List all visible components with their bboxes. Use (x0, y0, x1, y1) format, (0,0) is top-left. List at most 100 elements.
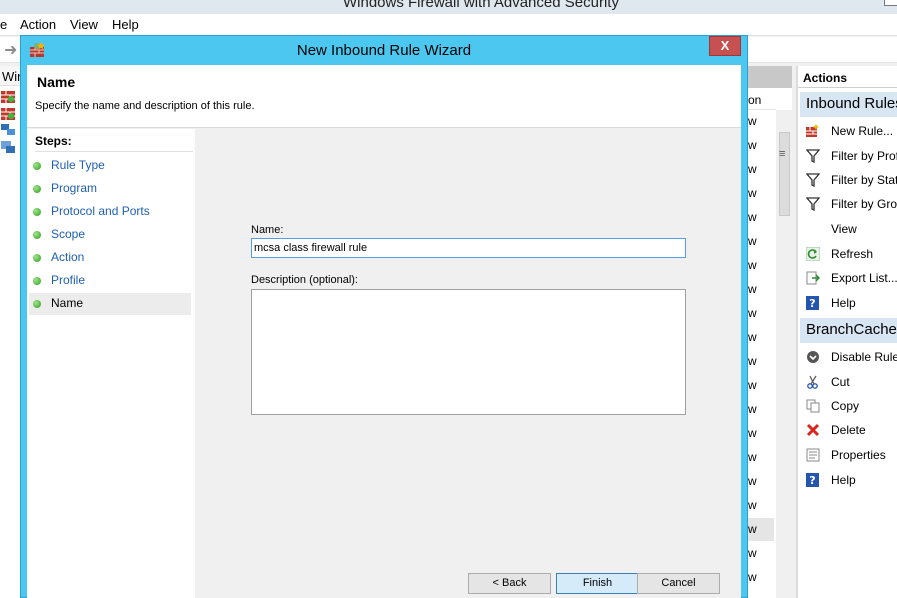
menu-help[interactable]: Help (112, 17, 139, 32)
list-row-cell[interactable]: w (748, 302, 774, 325)
copy-icon (806, 399, 820, 413)
list-row-cell[interactable]: w (748, 398, 774, 421)
action-filter-by-profile[interactable]: Filter by Profile (798, 144, 897, 168)
list-row-cell[interactable]: w (748, 518, 774, 541)
action-filter-by-profile-label: Filter by Profile (831, 149, 897, 163)
mmc-window-control[interactable] (884, 0, 897, 6)
back-arrow-icon[interactable]: ➜ (4, 40, 17, 60)
step-label: Protocol and Ports (51, 204, 150, 218)
list-scrollbar-thumb[interactable] (779, 132, 790, 216)
step-rule-type[interactable]: Rule Type (29, 155, 191, 177)
step-status-icon (33, 185, 41, 193)
description-textarea[interactable] (251, 289, 686, 415)
action-delete-label: Delete (831, 423, 866, 437)
close-button[interactable]: X (709, 36, 741, 56)
list-row-cell[interactable]: w (748, 206, 774, 229)
filter-icon (806, 173, 820, 187)
list-row-cell[interactable]: w (748, 158, 774, 181)
list-row-cell[interactable]: w (748, 326, 774, 349)
action-refresh-label: Refresh (831, 247, 874, 261)
action-properties[interactable]: Properties (798, 443, 897, 467)
wizard-title-bar[interactable]: New Inbound Rule Wizard X (21, 36, 747, 65)
list-column-header[interactable]: on (748, 88, 776, 110)
list-row-cell[interactable]: w (748, 422, 774, 445)
mmc-tree-pane: Wir (0, 66, 21, 598)
list-row-cell[interactable]: w (748, 446, 774, 469)
action-new-rule[interactable]: New Rule... (798, 119, 897, 143)
action-disable-rule[interactable]: Disable Rule (798, 345, 897, 369)
wizard-client-area: Name Specify the name and description of… (27, 65, 741, 598)
back-button[interactable]: < Back (468, 573, 551, 594)
action-export-list-label: Export List... (831, 271, 897, 285)
step-action[interactable]: Action (29, 247, 191, 269)
list-row-cell[interactable]: w (748, 230, 774, 253)
step-program[interactable]: Program (29, 178, 191, 200)
action-cut[interactable]: Cut (798, 370, 897, 394)
step-name[interactable]: Name (29, 293, 191, 315)
step-label: Program (51, 181, 98, 195)
step-protocol-and-ports[interactable]: Protocol and Ports (29, 201, 191, 223)
step-label: Rule Type (51, 158, 105, 172)
list-scrollbar[interactable]: ≡ (776, 110, 792, 598)
list-row-cell[interactable]: w (748, 566, 774, 589)
action-filter-by-group[interactable]: Filter by Group (798, 192, 897, 216)
action-filter-by-group-label: Filter by Group (831, 197, 897, 211)
menu-file[interactable]: e (0, 17, 7, 32)
list-row-cell[interactable]: w (748, 494, 774, 517)
action-view[interactable]: View (798, 217, 897, 241)
help-icon: ? (806, 296, 819, 310)
action-filter-by-state[interactable]: Filter by State (798, 168, 897, 192)
new-inbound-rule-wizard: New Inbound Rule Wizard X Name Specify t… (20, 35, 748, 598)
mmc-title-bar: Windows Firewall with Advanced Security (0, 0, 897, 14)
step-status-icon (33, 231, 41, 239)
cancel-button[interactable]: Cancel (637, 573, 720, 594)
list-row-cell[interactable]: w (748, 278, 774, 301)
action-copy[interactable]: Copy (798, 394, 897, 418)
finish-button[interactable]: Finish (556, 573, 639, 594)
firewall-node-icon[interactable] (1, 91, 15, 103)
list-row-cell[interactable]: w (748, 374, 774, 397)
actions-section-branchcache[interactable]: BranchCache Content Retrieval (800, 318, 897, 343)
list-row-cell[interactable]: w (748, 350, 774, 373)
rule-name-input[interactable] (251, 238, 686, 258)
action-filter-by-state-label: Filter by State (831, 173, 897, 187)
step-scope[interactable]: Scope (29, 224, 191, 246)
page-title: Name (37, 74, 76, 90)
disable-icon (807, 351, 819, 363)
action-export-list[interactable]: Export List... (798, 266, 897, 290)
action-delete[interactable]: Delete (798, 418, 897, 442)
list-row-cell[interactable]: w (748, 110, 774, 133)
menu-action[interactable]: Action (20, 17, 56, 32)
steps-heading: Steps: (35, 134, 193, 152)
actions-section-inbound-rules[interactable]: Inbound Rules (800, 92, 897, 117)
step-status-icon (33, 277, 41, 285)
list-row-cell[interactable]: w (748, 134, 774, 157)
action-properties-label: Properties (831, 448, 886, 462)
firewall-node-icon[interactable] (1, 108, 15, 120)
step-label: Scope (51, 227, 86, 241)
wizard-form-area: Name: Description (optional): < Back Fin… (195, 129, 741, 598)
action-copy-label: Copy (831, 399, 860, 413)
network-node-icon[interactable] (1, 124, 15, 136)
action-help[interactable]: ? Help (798, 291, 897, 315)
help-icon: ? (806, 473, 819, 487)
monitoring-node-icon[interactable] (1, 141, 15, 153)
list-row-cell[interactable]: w (748, 542, 774, 565)
menu-view[interactable]: View (70, 17, 98, 32)
filter-icon (806, 197, 820, 211)
action-refresh[interactable]: Refresh (798, 242, 897, 266)
step-profile[interactable]: Profile (29, 270, 191, 292)
actions-header: Actions (798, 66, 897, 88)
list-row-cell[interactable]: w (748, 470, 774, 493)
step-label: Name (51, 296, 84, 310)
new-rule-icon (806, 124, 819, 137)
svg-text:?: ? (809, 474, 815, 487)
list-row-cell[interactable]: w (748, 254, 774, 277)
name-label: Name: (251, 224, 284, 236)
page-subtitle: Specify the name and description of this… (35, 100, 255, 112)
list-row-cell[interactable]: w (748, 182, 774, 205)
action-help-2[interactable]: ? Help (798, 468, 897, 492)
step-status-icon (33, 254, 41, 262)
step-status-icon (33, 300, 41, 308)
wizard-title: New Inbound Rule Wizard (296, 42, 472, 59)
